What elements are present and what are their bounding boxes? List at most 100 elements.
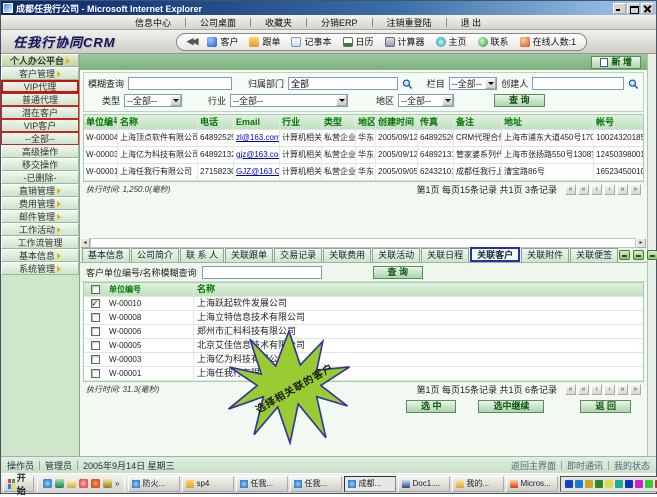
sidebar-item-expense-mgmt[interactable]: 费用管理	[1, 197, 79, 210]
last-page-icon[interactable]: »	[630, 384, 641, 395]
menu-erp[interactable]: 分销ERP	[307, 16, 372, 29]
column-select[interactable]: --全部--	[449, 77, 498, 90]
outlook-icon[interactable]	[67, 479, 76, 488]
sidebar-item-work-activity[interactable]: 工作活动	[1, 223, 79, 236]
next-block-icon[interactable]: »	[617, 384, 628, 395]
select-continue-button[interactable]: 选中继续	[478, 400, 544, 413]
new-button[interactable]: 新 增	[591, 56, 641, 69]
prev-page-icon[interactable]: ‹	[591, 184, 602, 195]
sidebar-item-deleted[interactable]: -已删除-	[1, 171, 79, 184]
sidebar-item-customer-mgmt[interactable]: 客户管理	[1, 67, 79, 80]
back-button[interactable]: 返 回	[580, 400, 631, 413]
sidebar-item-vip-agent[interactable]: VIP代理	[1, 80, 79, 93]
list-item[interactable]: ✓ W-00010 上海跃起软件发展公司	[84, 297, 643, 311]
next-page-icon[interactable]: ›	[604, 184, 615, 195]
desktop-icon[interactable]	[55, 479, 64, 488]
media-icon[interactable]	[91, 479, 100, 488]
pen-icon[interactable]	[103, 479, 112, 488]
tab-transactions[interactable]: 交易记录	[274, 248, 322, 262]
pane-minimize-icon[interactable]	[619, 250, 630, 260]
select-button[interactable]: 选 中	[406, 400, 457, 413]
toolbar-calendar[interactable]: 日历	[343, 35, 374, 48]
pane-restore-icon[interactable]	[633, 250, 644, 260]
sidebar-item-system-mgmt[interactable]: 系统管理	[1, 262, 79, 275]
horizontal-scrollbar[interactable]: ◂ ▸	[80, 237, 647, 248]
volume-icon[interactable]	[585, 480, 593, 488]
task-chengdu-active[interactable]: 成都...	[344, 476, 396, 492]
prev-block-icon[interactable]: «	[578, 384, 589, 395]
sidebar-item-vip-customer[interactable]: VIP客户	[1, 119, 79, 132]
pane-maximize-icon[interactable]	[647, 250, 657, 260]
email-link[interactable]: gjz@163.com	[234, 147, 280, 163]
start-button[interactable]: 开始	[3, 476, 34, 492]
sub-search-button[interactable]: 查 询	[373, 266, 424, 279]
scroll-track[interactable]	[90, 238, 636, 248]
task-renwoxing-1[interactable]: 任我...	[236, 476, 288, 492]
type-select[interactable]: --全部--	[124, 94, 182, 107]
back-to-main-link[interactable]: 返回主界面	[511, 459, 556, 472]
list-item[interactable]: W-00008 上海立特信息技术有限公司	[84, 311, 643, 325]
list-item[interactable]: W-00006 郑州市汇科科技有限公司	[84, 325, 643, 339]
list-item[interactable]: W-00003 上海亿为科技有限公司	[84, 353, 643, 367]
tray-icon[interactable]	[565, 480, 573, 488]
row-checkbox[interactable]	[91, 341, 100, 350]
table-row[interactable]: W-00004上海顶点软件有限公司64892525zl@163.com计算机相关…	[84, 130, 643, 147]
tab-related-orders[interactable]: 关联跟单	[225, 248, 273, 262]
search-lookup-icon[interactable]	[402, 78, 413, 90]
table-row[interactable]: W-00003上海亿为科技有限公司64892132gjz@163.com计算机相…	[84, 147, 643, 164]
row-checkbox[interactable]	[91, 369, 100, 378]
toolbar-home[interactable]: 主页	[436, 35, 467, 48]
row-checkbox[interactable]	[91, 327, 100, 336]
minimize-icon[interactable]	[613, 3, 626, 14]
region-select[interactable]: --全部--	[398, 94, 454, 107]
sidebar-item-potential-customer[interactable]: 潜在客户	[1, 106, 79, 119]
toolbar-customer[interactable]: 客户	[207, 35, 238, 48]
industry-select[interactable]: --全部--	[230, 94, 348, 107]
sidebar-item-direct-sales[interactable]: 直销管理	[1, 184, 79, 197]
sidebar-item-normal-agent[interactable]: 普通代理	[1, 93, 79, 106]
task-doc1[interactable]: Doc1....	[398, 476, 450, 492]
menu-company-desktop[interactable]: 公司桌面	[186, 16, 250, 29]
tab-related-activities[interactable]: 关联活动	[372, 248, 420, 262]
my-status-link[interactable]: 我的状态	[614, 459, 650, 472]
search-lookup-icon[interactable]	[628, 78, 639, 90]
list-item[interactable]: W-00005 北京艾佳信息技术有限公司	[84, 339, 643, 353]
row-checkbox[interactable]: ✓	[91, 299, 100, 308]
row-checkbox[interactable]	[91, 355, 100, 364]
sidebar-item-advanced-ops[interactable]: 高级操作	[1, 145, 79, 158]
tab-related-schedule[interactable]: 关联日程	[421, 248, 469, 262]
toolbar-calculator[interactable]: 计算器	[385, 35, 425, 48]
tray-icon[interactable]	[615, 480, 623, 488]
email-link[interactable]: zl@163.com	[234, 130, 280, 146]
last-page-icon[interactable]: »	[630, 184, 641, 195]
sidebar-item-basic-info[interactable]: 基本信息	[1, 249, 79, 262]
tray-icon[interactable]	[605, 480, 613, 488]
tray-icon[interactable]	[595, 480, 603, 488]
close-icon[interactable]	[641, 3, 654, 14]
next-block-icon[interactable]: »	[617, 184, 628, 195]
first-page-icon[interactable]: «	[565, 384, 576, 395]
menu-relogin[interactable]: 注销重登陆	[373, 16, 446, 29]
task-sp4-folder[interactable]: sp4	[182, 476, 234, 492]
tab-related-expenses[interactable]: 关联费用	[323, 248, 371, 262]
department-input[interactable]	[288, 77, 398, 90]
sidebar-item-all[interactable]: --全部--	[1, 132, 79, 145]
task-firewall[interactable]: 防火...	[128, 476, 180, 492]
tab-related-customers[interactable]: 关联客户	[470, 247, 520, 262]
tab-company-profile[interactable]: 公司简介	[131, 248, 179, 262]
task-microsoft[interactable]: Micros...	[506, 476, 558, 492]
sidebar-item-transfer-ops[interactable]: 移交操作	[1, 158, 79, 171]
toolbar-notepad[interactable]: 记事本	[291, 35, 331, 48]
sub-search-input[interactable]	[202, 266, 322, 279]
toolbar-contact[interactable]: 联系	[478, 35, 509, 48]
menu-favorites[interactable]: 收藏夹	[251, 16, 306, 29]
tray-icon[interactable]	[635, 480, 643, 488]
tab-basic-info[interactable]: 基本信息	[82, 248, 130, 262]
creator-input[interactable]	[532, 77, 624, 90]
instant-message-link[interactable]: 即时通讯	[567, 459, 603, 472]
search-button[interactable]: 查 询	[494, 94, 545, 107]
toolbar-orders[interactable]: 跟单	[249, 35, 280, 48]
menu-exit[interactable]: 退 出	[447, 16, 496, 29]
email-link[interactable]: GJZ@163.COM	[234, 164, 280, 180]
scroll-left-icon[interactable]: ◂	[80, 238, 90, 248]
